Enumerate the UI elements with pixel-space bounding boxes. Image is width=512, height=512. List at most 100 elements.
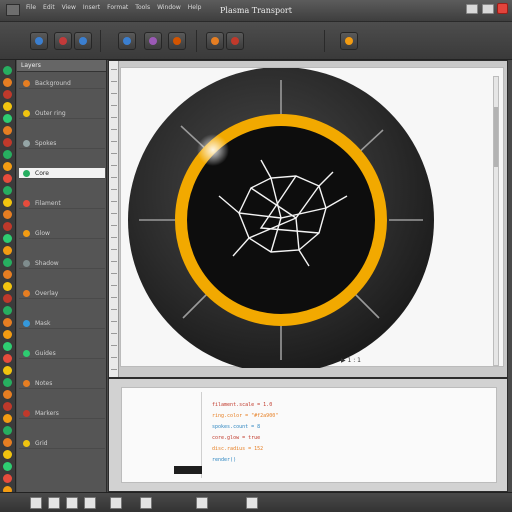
ruler-tick [111,177,117,178]
code-line[interactable]: disc.radius = 152 [212,446,263,452]
settings-button[interactable] [340,32,358,50]
open-icon [59,37,67,45]
tool-icon[interactable] [3,318,12,327]
canvas[interactable]: ▶ 1 : 1 [120,67,505,368]
next-icon[interactable] [66,497,78,509]
layer-bullet-icon [23,140,30,147]
tool-icon[interactable] [3,126,12,135]
ruler-tick [111,105,117,106]
tool-icon[interactable] [3,342,12,351]
tool-icon[interactable] [3,366,12,375]
maximize-icon[interactable] [482,4,494,14]
tool-icon[interactable] [3,450,12,459]
tool-icon[interactable] [3,426,12,435]
layer-label: Filament [35,200,61,207]
tool-strip [0,60,16,495]
code-line[interactable]: core.glow = true [212,435,260,441]
code-editor[interactable]: filament.scale = 1.0 ring.color = "#f2a90… [121,387,497,483]
ruler-tick [111,369,117,370]
tool-icon[interactable] [3,258,12,267]
tool-icon[interactable] [3,378,12,387]
layer-item[interactable]: Shadow [19,258,105,269]
layer-item[interactable]: Outer ring [19,108,105,119]
tool-icon[interactable] [3,474,12,483]
image-button[interactable] [168,32,186,50]
layer-item[interactable]: Notes [19,378,105,389]
layer-bullet-icon [23,380,30,387]
vertical-ruler [109,61,119,377]
info-icon[interactable] [246,497,258,509]
layer-item[interactable]: Guides [19,348,105,359]
title-controls [466,4,494,14]
layout-icon[interactable] [196,497,208,509]
tool-icon[interactable] [3,390,12,399]
layer-item[interactable]: Filament [19,198,105,209]
dial-graphic[interactable] [121,68,505,368]
tool-icon[interactable] [3,78,12,87]
ruler-tick [111,285,117,286]
tool-icon[interactable] [3,186,12,195]
tool-icon[interactable] [3,402,12,411]
play-icon[interactable] [48,497,60,509]
tool-icon[interactable] [3,234,12,243]
ruler-tick [111,93,117,94]
tool-icon[interactable] [3,294,12,303]
tool-icon[interactable] [3,354,12,363]
layer-label: Overlay [35,290,59,297]
layer-item[interactable]: Mask [19,318,105,329]
zoom-out-icon[interactable] [84,497,96,509]
tool-icon[interactable] [3,90,12,99]
text-cursor [174,466,202,474]
layer-item[interactable]: Overlay [19,288,105,299]
scroll-thumb[interactable] [494,107,498,167]
close-button[interactable] [497,3,508,14]
stop-button[interactable] [226,32,244,50]
minimize-icon[interactable] [466,4,478,14]
tool-icon[interactable] [3,150,12,159]
code-line[interactable]: filament.scale = 1.0 [212,402,272,408]
code-line[interactable]: ring.color = "#f2a900" [212,413,278,419]
tool-icon[interactable] [3,306,12,315]
tool-icon[interactable] [3,174,12,183]
layer-item[interactable]: Spokes [19,138,105,149]
layer-item[interactable]: Glow [19,228,105,239]
new-button[interactable] [30,32,48,50]
grid-button[interactable] [118,32,136,50]
toolbar-separator [100,30,101,52]
prev-icon[interactable] [30,497,42,509]
layer-item[interactable]: Markers [19,408,105,419]
tool-icon[interactable] [3,462,12,471]
ruler-tick [111,273,117,274]
tool-icon[interactable] [3,282,12,291]
record-button[interactable] [206,32,224,50]
palette-button[interactable] [144,32,162,50]
open-button[interactable] [54,32,72,50]
ruler-tick [111,321,117,322]
tool-icon[interactable] [3,330,12,339]
layer-item[interactable]: Grid [19,438,105,449]
tool-icon[interactable] [3,270,12,279]
save-button[interactable] [74,32,92,50]
layer-bullet-icon [23,110,30,117]
code-line[interactable]: spokes.count = 8 [212,424,260,430]
tool-icon[interactable] [3,102,12,111]
vertical-scrollbar[interactable] [493,76,499,366]
zoom-in-icon[interactable] [110,497,122,509]
tool-icon[interactable] [3,198,12,207]
layer-label: Grid [35,440,48,447]
ruler-tick [111,81,117,82]
tool-icon[interactable] [3,438,12,447]
code-line[interactable]: render() [212,457,236,463]
layer-item[interactable]: Background [19,78,105,89]
tool-icon[interactable] [3,66,12,75]
tool-icon[interactable] [3,138,12,147]
tool-icon[interactable] [3,246,12,255]
tool-icon[interactable] [3,414,12,423]
tool-icon[interactable] [3,210,12,219]
layer-bullet-icon [23,320,30,327]
fit-icon[interactable] [140,497,152,509]
tool-icon[interactable] [3,222,12,231]
tool-icon[interactable] [3,114,12,123]
tool-icon[interactable] [3,162,12,171]
layer-item[interactable]: Core [19,168,105,179]
